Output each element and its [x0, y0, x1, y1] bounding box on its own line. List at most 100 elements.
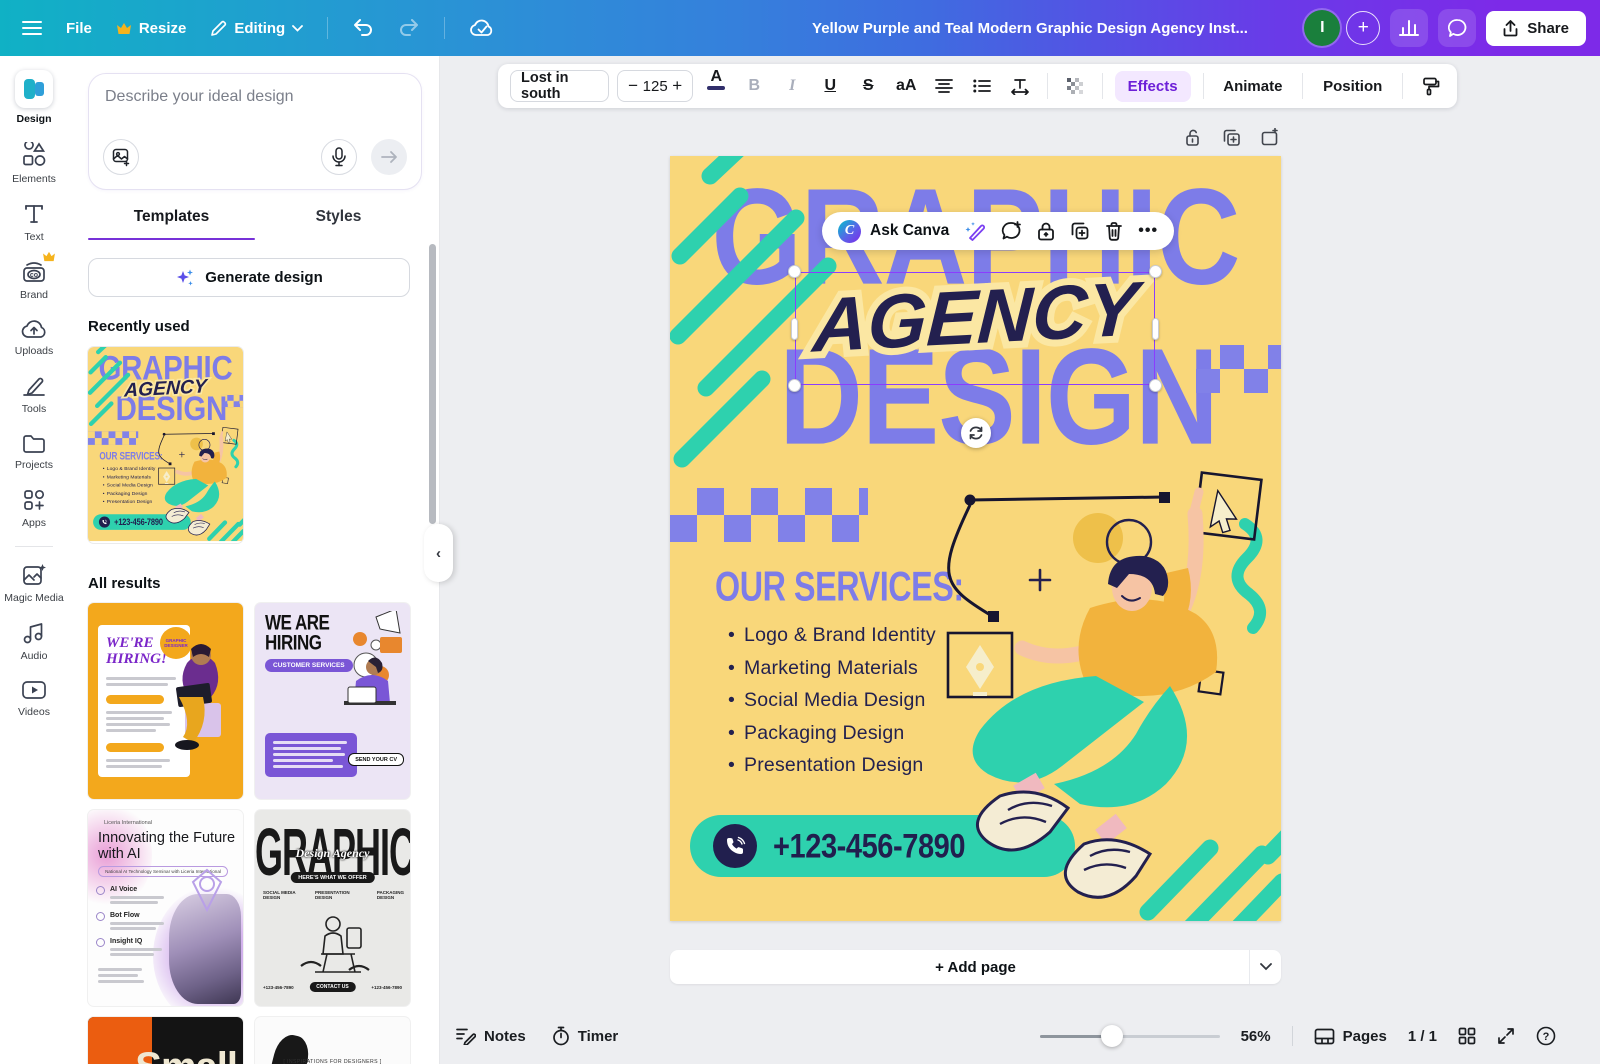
zoom-percent[interactable]: 56%	[1241, 1028, 1271, 1045]
text-color-button[interactable]: A	[701, 70, 731, 102]
mini-poster-art: GRAPHIC DESIGN AGENCY AGENCY OUR SERVICE…	[88, 347, 243, 541]
comments-button[interactable]	[1438, 9, 1476, 47]
avatar[interactable]: I	[1304, 10, 1340, 46]
resize-handle-sw[interactable]	[788, 379, 801, 392]
file-menu[interactable]: File	[66, 20, 92, 37]
recently-used-template-thumbnail[interactable]: GRAPHIC DESIGN AGENCY AGENCY OUR SERVICE…	[88, 347, 243, 543]
sidebar-item-text[interactable]: Text	[0, 202, 68, 243]
sidebar-item-projects[interactable]: Projects	[0, 432, 68, 471]
lock-page-button[interactable]	[1184, 128, 1203, 147]
add-image-button[interactable]	[103, 139, 139, 175]
toolbar-divider	[1203, 73, 1204, 99]
grid-view-button[interactable]	[1458, 1027, 1476, 1045]
effects-button[interactable]: Effects	[1115, 71, 1191, 102]
font-size-increase[interactable]: +	[672, 76, 682, 96]
elements-icon	[21, 142, 47, 168]
template-thumbnail-ai-seminar[interactable]: Liceria International Innovating the Fut…	[88, 810, 243, 1006]
add-page-icon-button[interactable]	[1260, 128, 1279, 147]
panel-scrollbar[interactable]	[429, 244, 436, 524]
prompt-input[interactable]	[105, 88, 405, 132]
submit-prompt-button[interactable]	[371, 139, 407, 175]
more-options-button[interactable]: •••	[1138, 222, 1158, 240]
transparency-button[interactable]	[1060, 70, 1090, 102]
sidebar-item-videos[interactable]: Videos	[0, 679, 68, 718]
sidebar-item-brand[interactable]: co Brand	[0, 260, 68, 301]
fullscreen-button[interactable]	[1497, 1027, 1515, 1045]
template-thumbnail-graphic-agency[interactable]: GRAPHIC Design Agency HERE'S WHAT WE OFF…	[255, 810, 410, 1006]
font-size-value[interactable]: 125	[643, 78, 668, 95]
font-family-selector[interactable]: Lost in south	[510, 70, 609, 102]
sidebar-item-apps[interactable]: Apps	[0, 488, 68, 529]
underline-button[interactable]: U	[815, 70, 845, 102]
spacing-button[interactable]	[1005, 70, 1035, 102]
sidebar-item-magic-media[interactable]: Magic Media	[0, 563, 68, 604]
timer-button[interactable]: Timer	[552, 1026, 619, 1046]
sidebar-item-audio[interactable]: Audio	[0, 621, 68, 662]
resize-menu[interactable]: Resize	[116, 20, 187, 37]
transparency-icon	[1066, 77, 1084, 95]
ask-canva-toolbar: C Ask Canva •••	[822, 212, 1174, 250]
sidebar-item-uploads[interactable]: Uploads	[0, 318, 68, 357]
sidebar-item-design[interactable]: Design	[0, 70, 68, 125]
resize-handle-e[interactable]	[1152, 318, 1159, 340]
tab-templates[interactable]: Templates	[88, 198, 255, 240]
undo-button[interactable]	[352, 18, 374, 38]
comment-add-button[interactable]	[1001, 221, 1022, 241]
template-thumbnail-small[interactable]: Small	[88, 1017, 243, 1064]
zoom-slider-thumb[interactable]	[1101, 1025, 1123, 1047]
notes-button[interactable]: Notes	[456, 1027, 526, 1045]
resize-handle-ne[interactable]	[1149, 265, 1162, 278]
share-button[interactable]: Share	[1486, 11, 1586, 46]
comment-add-icon	[1001, 221, 1022, 241]
duplicate-page-button[interactable]	[1222, 128, 1241, 147]
help-button[interactable]: ?	[1536, 1026, 1556, 1046]
redo-button[interactable]	[398, 18, 420, 38]
template-thumbnail-we-are-hiring[interactable]: WE AREHIRING CUSTOMER SERVICES SEND YOUR…	[255, 603, 410, 799]
text-case-button[interactable]: aA	[891, 70, 921, 102]
alignment-button[interactable]	[929, 70, 959, 102]
animate-button[interactable]: Animate	[1215, 78, 1290, 95]
canvas-page[interactable]: GRAPHIC DESIGN AGENCY AGENCY OUR SERVICE…	[670, 156, 1281, 921]
voice-input-button[interactable]	[321, 139, 357, 175]
add-member-button[interactable]: +	[1346, 11, 1380, 45]
cloud-save-status[interactable]	[469, 18, 495, 38]
resize-handle-nw[interactable]	[788, 265, 801, 278]
strikethrough-button[interactable]: S	[853, 70, 883, 102]
template-thumbnail-inspirations[interactable]: [ INSPIRATIONS FOR DESIGNERS ]	[255, 1017, 410, 1064]
hamburger-icon	[22, 20, 42, 36]
duplicate-element-button[interactable]	[1070, 221, 1090, 241]
document-title[interactable]: Yellow Purple and Teal Modern Graphic De…	[790, 20, 1270, 37]
design-icon	[15, 70, 53, 108]
template-thumbnail-were-hiring[interactable]: WE'REHIRING! GRAPHIC DESIGNER	[88, 603, 243, 799]
insights-button[interactable]	[1390, 9, 1428, 47]
panel-tabs: Templates Styles	[88, 198, 422, 240]
font-size-decrease[interactable]: −	[628, 76, 638, 96]
rotate-handle[interactable]	[961, 418, 991, 448]
bold-button[interactable]: B	[739, 70, 769, 102]
copy-style-button[interactable]	[1415, 70, 1445, 102]
generate-design-button[interactable]: Generate design	[88, 258, 410, 297]
recently-used-heading: Recently used	[88, 318, 190, 335]
pages-button[interactable]: Pages	[1314, 1028, 1387, 1045]
resize-handle-se[interactable]	[1149, 379, 1162, 392]
resize-handle-w[interactable]	[791, 318, 798, 340]
list-button[interactable]	[967, 70, 997, 102]
main-menu-button[interactable]	[22, 20, 42, 36]
sidebar-item-tools[interactable]: Tools	[0, 374, 68, 415]
add-page-expand-button[interactable]	[1249, 950, 1281, 984]
add-page-button[interactable]: + Add page	[670, 950, 1281, 984]
ask-canva-button[interactable]: Ask Canva	[870, 222, 949, 240]
color-swatch	[707, 86, 725, 90]
pen-tool-icon	[21, 374, 47, 398]
editing-mode-menu[interactable]: Editing	[210, 20, 303, 37]
panel-collapse-button[interactable]: ‹	[424, 524, 453, 582]
zoom-slider[interactable]	[1040, 1026, 1220, 1046]
italic-button[interactable]: I	[777, 70, 807, 102]
tab-styles[interactable]: Styles	[255, 198, 422, 240]
delete-element-button[interactable]	[1105, 221, 1123, 241]
magic-edit-button[interactable]	[964, 221, 986, 241]
position-button[interactable]: Position	[1315, 78, 1390, 95]
diamond-outline	[185, 868, 229, 912]
lock-element-button[interactable]	[1037, 221, 1055, 241]
sidebar-item-elements[interactable]: Elements	[0, 142, 68, 185]
